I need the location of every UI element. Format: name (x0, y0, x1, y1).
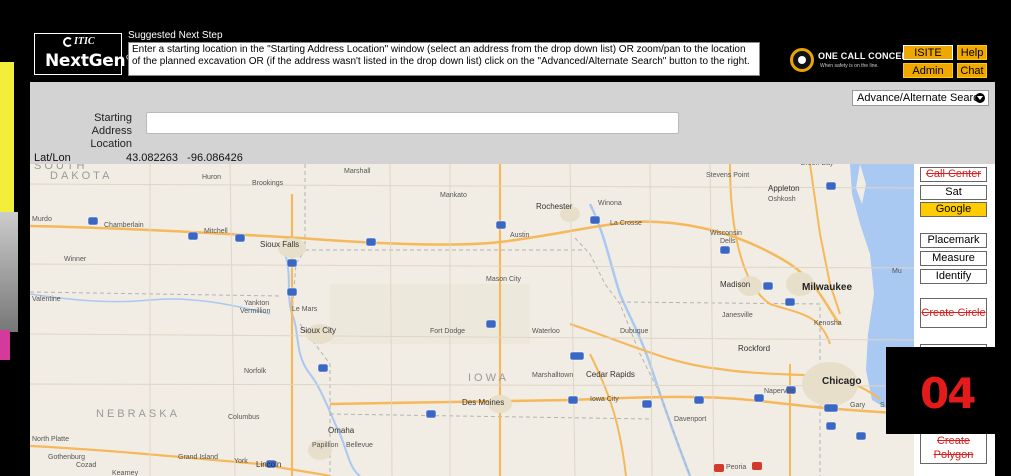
city-label: Mu (892, 268, 902, 275)
city-label: Peoria (726, 464, 747, 471)
city-label: Janesville (722, 312, 753, 319)
city-label: Papillion (312, 442, 339, 449)
city-label: Mankato (440, 192, 467, 199)
city-label: Murdo (32, 216, 52, 223)
city-label: Lincoln (256, 460, 282, 469)
city-label: Marshalltown (532, 372, 574, 379)
city-label: Marshall (344, 168, 371, 175)
city-label: Brookings (252, 180, 284, 187)
background-gray-band (0, 212, 18, 332)
starting-address-input[interactable] (146, 112, 679, 134)
longitude-value: -96.086426 (187, 152, 243, 164)
suggested-step-text: Enter a starting location in the "Starti… (128, 42, 760, 76)
admin-button[interactable]: Admin (903, 63, 953, 78)
search-panel: Advance/Alternate Search Starting Addres… (30, 82, 995, 164)
satellite-button[interactable]: Sat (920, 185, 987, 200)
latlon-label: Lat/Lon (34, 152, 71, 164)
chat-button[interactable]: Chat (957, 63, 987, 78)
city-label: Davenport (674, 416, 707, 423)
city-label: Oshkosh (768, 196, 796, 203)
identify-button[interactable]: Identify (920, 269, 987, 284)
create-polygon-button[interactable]: Create Polygon (920, 432, 987, 464)
chevron-down-icon (975, 93, 985, 103)
state-label-nebraska: NEBRASKA (96, 408, 180, 420)
measure-button[interactable]: Measure (920, 251, 987, 266)
city-label: Mitchell (204, 228, 228, 235)
isite-home-button[interactable]: ISITE Home (903, 45, 953, 74)
background-strip (0, 0, 20, 476)
city-label: Norfolk (244, 368, 267, 375)
city-label: Kenosha (814, 320, 842, 327)
city-label: Dubuque (620, 328, 649, 335)
city-label: Chicago (822, 376, 862, 387)
help-button[interactable]: Help (957, 45, 987, 60)
background-pink-band (0, 330, 10, 360)
step-number: 04 (920, 369, 976, 418)
one-call-logo-icon (790, 48, 814, 72)
top-bar: ITIC NextGen® Suggested Next Step Enter … (30, 30, 995, 80)
map-graphics (30, 164, 914, 476)
city-label: Le Mars (292, 306, 318, 313)
city-label: Milwaukee (802, 282, 853, 293)
suggested-step-title: Suggested Next Step (128, 30, 223, 41)
step-number-badge: 04 (886, 347, 1011, 434)
city-label: Kearney (112, 470, 139, 476)
city-label: Appleton (768, 184, 800, 193)
city-label: Sioux Falls (260, 240, 300, 249)
city-label: Chamberlain (104, 222, 144, 229)
city-label: Stevens Point (706, 172, 750, 179)
create-circle-button[interactable]: Create Circle (920, 298, 987, 328)
city-label: Naperville (764, 388, 796, 395)
city-label: La Crosse (610, 220, 642, 227)
city-label: S (880, 402, 885, 409)
city-label: Grand Island (178, 454, 219, 461)
logo-product-name: NextGen® (45, 51, 132, 71)
city-label: Green Bay (800, 164, 833, 167)
state-label-iowa: IOWA (468, 372, 509, 384)
advanced-search-label: Advance/Alternate Search (857, 92, 985, 104)
latitude-value: 43.082263 (126, 152, 178, 164)
city-label: Vermillion (240, 308, 271, 315)
city-label: Rockford (738, 344, 771, 353)
itic-logo-mark: ITIC (63, 36, 95, 47)
nextgen-logo[interactable]: ITIC NextGen® (34, 33, 132, 75)
city-label: Iowa City (590, 396, 619, 403)
city-label: Bellevue (346, 442, 373, 449)
city-label: Gothenburg (48, 454, 85, 461)
city-label: Winner (64, 256, 87, 263)
city-label: Huron (202, 174, 222, 181)
background-yellow-band (0, 62, 14, 212)
city-label: Cozad (76, 462, 97, 469)
city-label: Cedar Rapids (586, 370, 635, 379)
city-label: Des Moines (462, 398, 505, 407)
city-label: Rochester (536, 202, 573, 211)
city-label: Fort Dodge (430, 328, 466, 335)
city-label: Winona (598, 200, 622, 207)
city-label: Madison (720, 280, 751, 289)
city-label: York (234, 458, 248, 465)
google-map-button[interactable]: Google (920, 202, 987, 217)
city-label: Yankton (244, 300, 270, 307)
city-label: Dells (720, 238, 736, 245)
city-label: Waterloo (532, 328, 560, 335)
city-label: Austin (510, 232, 530, 239)
city-label: North Platte (32, 436, 69, 443)
city-label: Valentine (32, 296, 61, 303)
city-label: Wisconsin (710, 230, 742, 237)
state-label-south-dakota: DAKOTA (50, 170, 113, 182)
city-label: Gary (850, 402, 866, 409)
map-canvas[interactable]: SOUTH DAKOTA NEBRASKA IOWA Huron Brookin… (30, 164, 914, 476)
city-label: Omaha (328, 426, 355, 435)
advanced-search-button[interactable]: Advance/Alternate Search (852, 90, 989, 106)
starting-address-label: Starting Address Location (90, 112, 132, 150)
placemark-button[interactable]: Placemark (920, 233, 987, 248)
city-label: Mason City (486, 276, 522, 283)
call-center-button[interactable]: Call Center (920, 167, 987, 182)
latlon-value: 43.082263 -96.086426 (126, 152, 243, 164)
partner-tagline: When safety is on the line. (820, 63, 879, 69)
city-label: Sioux City (300, 326, 337, 335)
city-label: Columbus (228, 414, 260, 421)
